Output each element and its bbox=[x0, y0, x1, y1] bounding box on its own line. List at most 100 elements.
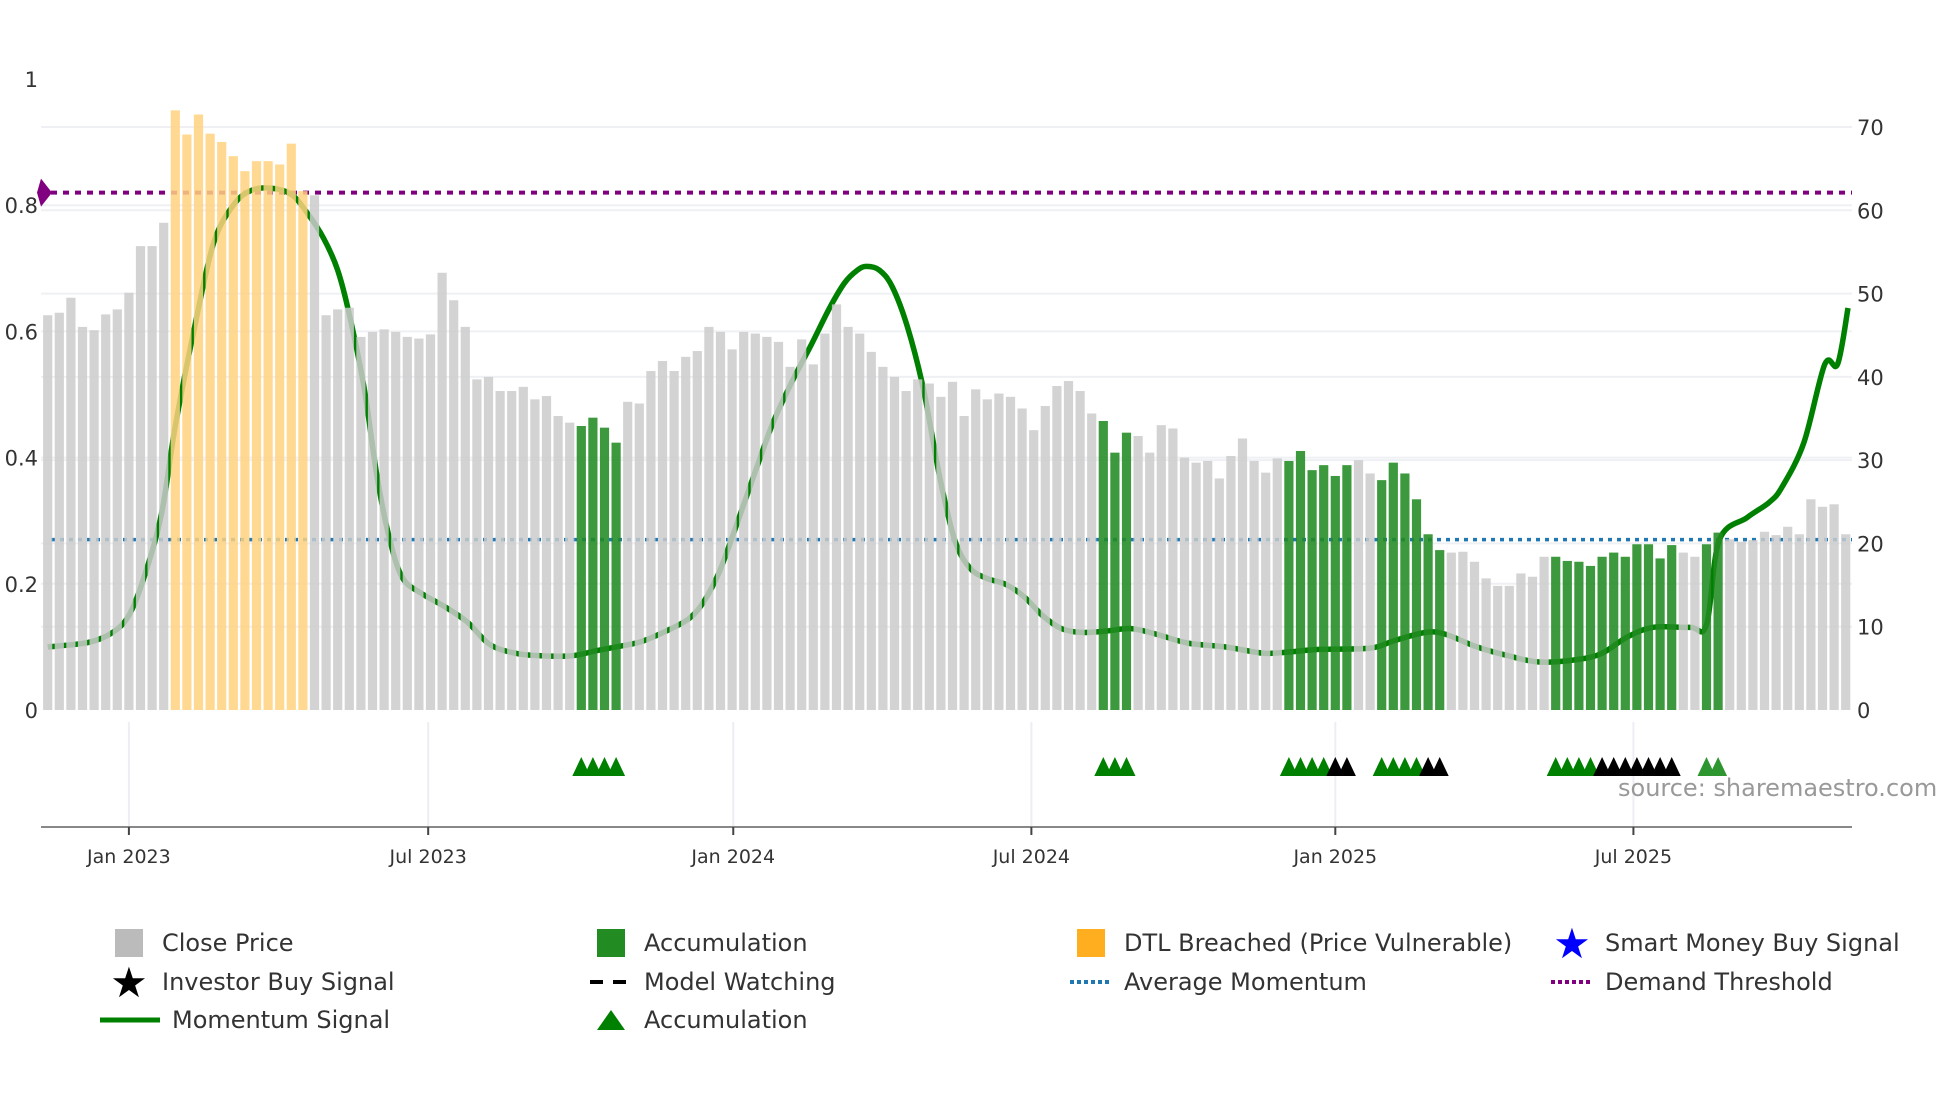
accumulation-bar bbox=[1551, 556, 1561, 710]
right-axis-tick-label: 30 bbox=[1857, 449, 1884, 473]
legend-label: Investor Buy Signal bbox=[162, 968, 395, 996]
close-price-bar bbox=[1017, 408, 1027, 710]
close-price-bar bbox=[1237, 438, 1248, 710]
close-price-bar bbox=[1725, 539, 1735, 710]
legend-momentum-signal[interactable]: Momentum Signal bbox=[100, 1005, 390, 1035]
accumulation-bar bbox=[1435, 550, 1445, 710]
close-price-bar bbox=[947, 381, 958, 710]
close-price-bar bbox=[1841, 534, 1851, 710]
close-price-bar bbox=[1353, 460, 1364, 710]
legend-label: Average Momentum bbox=[1124, 968, 1367, 996]
close-price-bar bbox=[913, 379, 923, 710]
close-price-bar bbox=[692, 351, 702, 710]
accumulation-bar bbox=[1701, 544, 1712, 710]
close-price-bar bbox=[1794, 534, 1804, 710]
accumulation-bar bbox=[1597, 556, 1607, 710]
close-price-bar bbox=[924, 383, 934, 710]
legend-dtl-breached[interactable]: DTL Breached (Price Vulnerable) bbox=[1070, 928, 1512, 958]
accumulation-bar bbox=[1655, 558, 1665, 710]
legend-label: Demand Threshold bbox=[1605, 968, 1833, 996]
close-price-bar bbox=[739, 331, 749, 710]
close-price-bar bbox=[159, 222, 169, 710]
legend-label: Close Price bbox=[162, 929, 294, 957]
x-tick-label: Jul 2023 bbox=[389, 846, 467, 868]
close-price-bar bbox=[1249, 460, 1259, 710]
close-price-bar bbox=[1458, 551, 1468, 710]
right-axis-tick-label: 10 bbox=[1857, 616, 1884, 640]
legend-label: Smart Money Buy Signal bbox=[1605, 929, 1900, 957]
legend-investor-buy[interactable]: ★ Investor Buy Signal bbox=[108, 958, 395, 1007]
close-price-bar bbox=[135, 246, 146, 710]
close-price-bar bbox=[1133, 435, 1143, 710]
legend-accumulation-marker[interactable]: Accumulation bbox=[590, 1005, 808, 1035]
accumulation-bar bbox=[1400, 473, 1410, 710]
left-axis-tick-label: 1 bbox=[25, 68, 38, 92]
close-price-bar bbox=[1063, 381, 1074, 710]
close-price-bar bbox=[1145, 452, 1155, 710]
legend-label: Momentum Signal bbox=[172, 1006, 391, 1034]
close-price-bar bbox=[77, 326, 88, 710]
legend-close-price[interactable]: Close Price bbox=[108, 928, 294, 958]
close-price-bar bbox=[565, 422, 575, 710]
close-price-bar bbox=[1806, 499, 1816, 710]
close-price-bar bbox=[1214, 478, 1224, 710]
accumulation-bar bbox=[1585, 565, 1596, 710]
accumulation-bar bbox=[1098, 420, 1108, 710]
close-price-bar bbox=[344, 307, 354, 710]
accumulation-bar bbox=[1295, 450, 1306, 710]
accumulation-bar bbox=[1667, 545, 1677, 710]
accumulation-bar bbox=[1284, 460, 1294, 710]
close-price-bar bbox=[472, 379, 482, 710]
investor-buy-marker bbox=[1430, 757, 1449, 776]
source-watermark: source: sharemaestro.com bbox=[1618, 774, 1937, 802]
legend-average-momentum[interactable]: Average Momentum bbox=[1070, 967, 1367, 997]
close-price-bar bbox=[901, 391, 911, 710]
close-price-bar bbox=[1179, 457, 1190, 710]
close-price-bar bbox=[1168, 428, 1178, 710]
close-price-bar bbox=[1493, 585, 1503, 710]
accumulation-bar bbox=[1423, 534, 1433, 710]
close-price-bar bbox=[1052, 386, 1062, 710]
right-axis-tick-label: 70 bbox=[1857, 116, 1884, 140]
close-price-bar bbox=[994, 393, 1004, 710]
dtl-breached-bar bbox=[286, 143, 296, 710]
dotted-line-icon bbox=[1070, 967, 1112, 997]
left-axis-tick-label: 0 bbox=[25, 699, 38, 723]
right-axis-tick-label: 20 bbox=[1857, 532, 1884, 556]
dtl-breached-bar bbox=[228, 156, 238, 710]
accumulation-bar bbox=[1643, 544, 1654, 710]
right-axis-tick-label: 60 bbox=[1857, 199, 1884, 223]
orange-bar-icon bbox=[1070, 928, 1112, 958]
close-price-bar bbox=[495, 391, 505, 710]
accumulation-bar bbox=[599, 427, 610, 710]
accumulation-bar bbox=[1562, 560, 1572, 710]
close-price-bar bbox=[762, 336, 772, 710]
dtl-breached-bar bbox=[275, 164, 285, 710]
accumulation-bar bbox=[1121, 432, 1132, 710]
left-axis-tick-label: 0.2 bbox=[5, 573, 38, 597]
legend-model-watching[interactable]: Model Watching bbox=[590, 967, 836, 997]
left-axis-tick-label: 0.8 bbox=[5, 194, 38, 218]
close-price-bar bbox=[1005, 396, 1016, 710]
demand-threshold-diamond-icon bbox=[37, 178, 52, 207]
close-price-bar bbox=[321, 315, 331, 710]
dotted-line-icon bbox=[1551, 967, 1593, 997]
right-axis-tick-label: 40 bbox=[1857, 366, 1884, 390]
accumulation-triangle-marker bbox=[1117, 757, 1136, 776]
close-price-bar bbox=[1771, 535, 1781, 710]
close-price-bar bbox=[715, 331, 726, 710]
legend-accumulation-bar[interactable]: Accumulation bbox=[590, 928, 808, 958]
close-price-bar bbox=[1783, 526, 1793, 710]
close-price-bar bbox=[1087, 413, 1097, 710]
close-price-bar bbox=[367, 331, 378, 710]
close-price-bar bbox=[704, 326, 714, 710]
close-price-bar bbox=[1156, 425, 1166, 710]
close-price-bar bbox=[866, 351, 876, 710]
accumulation-bar bbox=[1319, 465, 1329, 710]
close-price-bar bbox=[1481, 578, 1491, 710]
legend-demand-threshold[interactable]: Demand Threshold bbox=[1551, 967, 1833, 997]
legend-smart-money[interactable]: ★ Smart Money Buy Signal bbox=[1551, 919, 1900, 968]
accumulation-bar bbox=[1110, 452, 1120, 710]
dtl-breached-bar bbox=[205, 133, 215, 711]
close-price-bar bbox=[1678, 552, 1688, 710]
